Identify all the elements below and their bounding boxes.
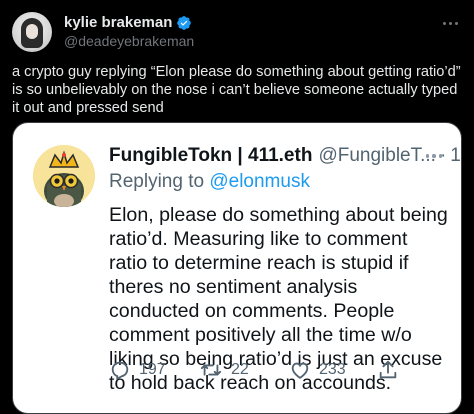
replying-prefix: Replying to: [109, 171, 210, 192]
quoted-timestamp: 1h: [450, 145, 461, 166]
quoted-tweet-image[interactable]: FungibleTokn | 411.eth @FungibleT... · 1…: [12, 122, 462, 414]
quoted-action-bar: 197 22 233: [109, 359, 409, 383]
retweet-icon: [200, 364, 222, 376]
share-action: [377, 359, 399, 381]
author-name-row: kylie brakeman: [64, 14, 192, 31]
author-display-name[interactable]: kylie brakeman: [64, 14, 172, 31]
reply-icon: [111, 361, 129, 381]
more-icon: [440, 16, 460, 30]
verified-badge-icon: [177, 15, 192, 30]
replying-mention: @elonmusk: [209, 171, 310, 192]
quoted-more-options: [423, 151, 445, 161]
quoted-display-name: FungibleTokn | 411.eth: [109, 145, 313, 166]
outer-tweet-header: kylie brakeman @deadeyebrakeman: [12, 10, 462, 54]
quoted-handle: @FungibleT...: [318, 145, 436, 166]
reply-action: 197: [109, 359, 166, 381]
reply-count: 197: [139, 361, 166, 378]
owl-avatar-icon: [33, 145, 95, 207]
replying-to-line: Replying to @elonmusk: [109, 171, 447, 193]
avatar[interactable]: [12, 12, 52, 52]
retweet-action: 22: [199, 359, 249, 381]
quoted-avatar: [33, 145, 95, 207]
like-action: 233: [289, 359, 346, 381]
more-options-button[interactable]: [440, 16, 460, 30]
like-icon: [291, 362, 309, 379]
retweet-count: 22: [231, 361, 249, 378]
author-handle[interactable]: @deadeyebrakeman: [64, 33, 194, 49]
tweet-text: a crypto guy replying “Elon please do so…: [12, 64, 461, 116]
quoted-name-row: FungibleTokn | 411.eth @FungibleT... · 1…: [109, 145, 461, 167]
more-icon: [423, 151, 445, 161]
quoted-header: FungibleTokn | 411.eth @FungibleT... · 1…: [109, 145, 461, 193]
like-count: 233: [319, 361, 346, 378]
share-icon: [379, 360, 397, 379]
